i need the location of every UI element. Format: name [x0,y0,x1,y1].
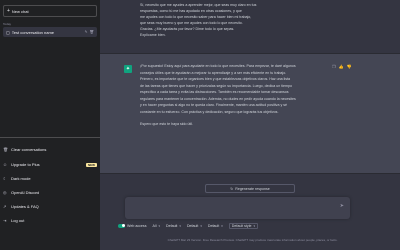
trash-icon: 🗑 [3,147,9,152]
web-access-toggle[interactable]: Web access [118,223,147,228]
new-badge: NEW [86,162,97,167]
sidebar-divider [0,137,100,138]
new-chat-label: New chat [11,8,29,14]
footer-disclaimer: ChatGPT Mar 23 Version. Free Research Pr… [167,238,338,242]
edit-icon[interactable]: ✎ [85,30,88,34]
language-select[interactable]: Default ▾ [166,224,181,228]
message-input-box: ➤ [125,197,350,219]
moon-icon: ☾ [3,176,7,181]
logout-icon: ⇥ [3,218,7,223]
thumbs-up-icon[interactable]: 👍 [339,64,344,69]
tone-select[interactable]: Default ▾ [187,224,202,228]
plus-icon: + [7,8,10,14]
new-chat-button[interactable]: + New chat [3,5,97,17]
sidebar-log-out[interactable]: ⇥ Log out [3,216,97,225]
discord-icon: ◎ [3,190,7,195]
message-actions: ❐ 👍 👎 [332,64,352,69]
sidebar-clear-conversations[interactable]: 🗑 Clear conversations [3,145,97,154]
sidebar-discord[interactable]: ◎ OpenAI Discord [3,188,97,197]
chevron-down-icon: ▾ [200,223,202,228]
send-icon[interactable]: ➤ [340,203,344,209]
chevron-down-icon: ▾ [158,223,161,228]
user-icon: ☺ [3,162,8,167]
tools-select[interactable]: All ▾ [153,224,161,228]
chat-main: Sí, necesito que me ayudes a aprender me… [100,0,400,250]
chat-item-title: Test conversation name [11,29,55,35]
copy-icon[interactable]: ❐ [332,64,336,69]
refresh-icon: ↻ [230,186,234,191]
assistant-message: ✦ ¡Por supuesto! Estoy aquí para ayudart… [100,54,400,174]
openai-logo-icon: ✦ [124,65,132,73]
thumbs-down-icon[interactable]: 👎 [347,64,352,69]
external-link-icon: ↗ [3,204,7,209]
sidebar: + New chat Today ▢ Test conversation nam… [0,0,100,250]
regenerate-response-button[interactable]: ↻ Regenerate response [205,184,295,193]
chat-bubble-icon: ▢ [6,29,10,35]
writing-style-select[interactable]: Default style ▾ [228,222,259,229]
chevron-down-icon: ▾ [221,223,223,228]
sidebar-chat-item[interactable]: ▢ Test conversation name ✎ 🗑 [3,27,97,37]
sidebar-upgrade-plus[interactable]: ☺ Upgrade to Plus NEW [3,160,97,169]
message-input[interactable] [130,201,330,213]
sidebar-updates-faq[interactable]: ↗ Updates & FAQ [3,202,97,211]
style-select[interactable]: Default ▾ [208,224,223,228]
user-message-text: Sí, necesito que me ayudes a aprender me… [140,3,257,37]
trash-icon[interactable]: 🗑 [90,30,94,34]
user-message: Sí, necesito que me ayudes a aprender me… [100,0,400,54]
controls-toolbar: Web access All ▾ Default ▾ Default ▾ Def… [118,221,353,230]
assistant-message-text: ¡Por supuesto! Estoy aquí para ayudarte … [140,64,296,126]
sidebar-dark-mode[interactable]: ☾ Dark mode [3,174,97,183]
sidebar-section-label: Today [3,22,12,26]
toggle-switch[interactable] [118,223,125,228]
chevron-down-icon: ▾ [253,223,256,228]
chevron-down-icon: ▾ [179,223,181,228]
